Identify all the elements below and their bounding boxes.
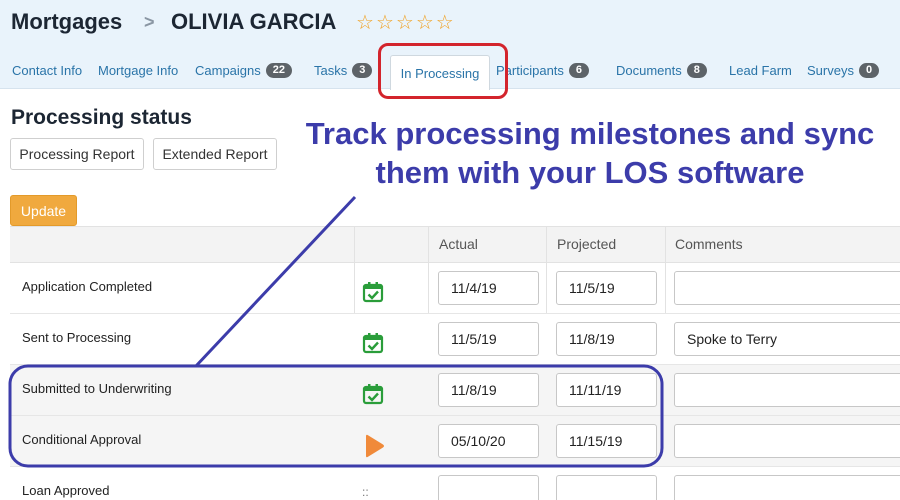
update-button[interactable]: Update [10,195,77,226]
actual-date-input[interactable] [438,475,539,500]
comment-input[interactable] [674,373,900,407]
tab-label: Contact Info [12,63,83,78]
calendar-check-icon[interactable] [362,332,384,354]
tab-documents[interactable]: Documents 8 [616,63,707,78]
rating-stars[interactable]: ☆ ☆ ☆ ☆ ☆ [356,12,454,34]
tab-contact-info[interactable]: Contact Info [12,63,82,78]
milestone-label: Conditional Approval [22,432,142,447]
play-icon[interactable] [362,434,386,458]
actual-date-input[interactable] [438,322,539,356]
table-row: Sent to Processing [10,314,900,365]
milestone-label: Submitted to Underwriting [22,381,172,396]
column-header-projected: Projected [557,236,617,252]
comment-input[interactable] [674,322,900,356]
tab-label: In Processing [400,65,480,81]
breadcrumb-root[interactable]: Mortgages [11,9,122,35]
comment-input[interactable] [674,475,900,500]
breadcrumb-separator-icon: > [144,12,155,32]
projected-date-input[interactable] [556,373,657,407]
tab-label: Tasks [314,63,348,78]
tab-in-processing[interactable]: In Processing [390,55,490,90]
count-badge: 0 [858,63,880,78]
section-title: Processing status [11,106,192,129]
milestone-label: Loan Approved [22,483,110,498]
tab-surveys[interactable]: Surveys 0 [807,63,880,78]
tab-mortgage-info[interactable]: Mortgage Info [98,63,178,78]
table-row: Submitted to Underwriting [10,365,900,416]
star-icon[interactable]: ☆ [376,12,394,34]
actual-date-input[interactable] [438,424,539,458]
projected-date-input[interactable] [556,271,657,305]
milestone-label: Application Completed [22,279,153,294]
star-icon[interactable]: ☆ [356,12,374,34]
count-badge: 3 [352,63,373,78]
comment-input[interactable] [674,424,900,458]
processing-report-button[interactable]: Processing Report [10,138,144,170]
tab-participants[interactable]: 6 Participants [496,63,600,78]
actual-date-input[interactable] [438,271,539,305]
table-row: Conditional Approval [10,416,900,467]
tab-label: Campaigns [195,63,261,78]
tab-campaigns[interactable]: Campaigns 22 [195,63,293,78]
column-header-actual: Actual [439,236,478,252]
tab-label: Lead Farm [729,63,792,78]
calendar-check-icon[interactable] [362,383,384,405]
projected-date-input[interactable] [556,322,657,356]
tab-label: Participants [496,63,564,78]
column-header-comments: Comments [675,236,743,252]
calendar-check-icon[interactable] [362,281,384,303]
projected-date-input[interactable] [556,424,657,458]
promo-callout-line: Track processing milestones and sync [305,116,875,151]
table-row: Loan Approved :: [10,467,900,500]
projected-date-input[interactable] [556,475,657,500]
star-icon[interactable]: ☆ [436,12,454,34]
milestone-label: Sent to Processing [22,330,132,345]
count-badge: 22 [265,63,293,78]
count-badge: 8 [686,63,707,78]
tab-lead-farm[interactable]: Lead Farm [729,63,792,78]
comment-input[interactable] [674,271,900,305]
tab-label: Surveys [807,63,854,78]
page-title: OLIVIA GARCIA [171,9,337,34]
extended-report-button[interactable]: Extended Report [153,138,277,170]
promo-callout-line: them with your LOS software [375,155,805,190]
promo-callout-text: Track processing milestones and sync the… [290,114,890,192]
count-badge: 6 [568,63,590,78]
star-icon[interactable]: ☆ [396,12,414,34]
star-icon[interactable]: ☆ [416,12,434,34]
drag-handle-icon[interactable]: :: [362,485,369,499]
table-row: Application Completed [10,263,900,314]
tab-label: Documents [616,63,682,78]
actual-date-input[interactable] [438,373,539,407]
tab-label: Mortgage Info [98,63,179,78]
tab-tasks[interactable]: Tasks 3 [314,63,373,78]
